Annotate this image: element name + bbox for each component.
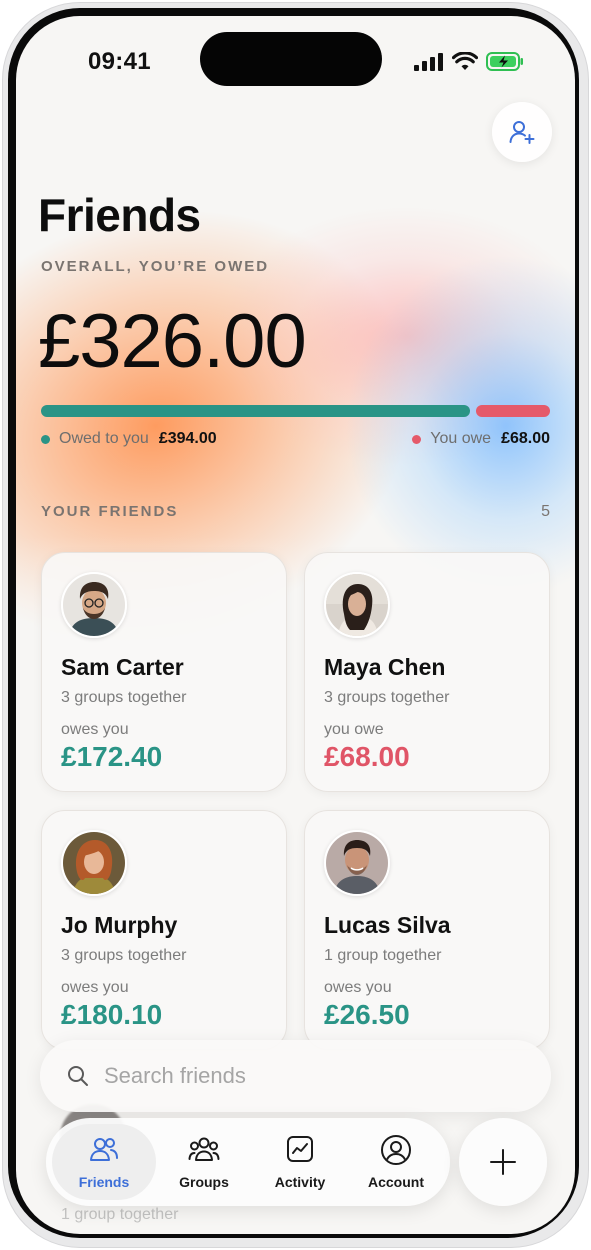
tab-account-label: Account (368, 1174, 424, 1190)
tab-activity[interactable]: Activity (252, 1118, 348, 1206)
friend-card-lucas-silva[interactable]: Lucas Silva 1 group together owes you £2… (304, 810, 550, 1050)
overall-balance-amount: £326.00 (38, 299, 307, 384)
avatar (324, 830, 390, 896)
search-bar[interactable] (40, 1040, 551, 1112)
status-icons (414, 52, 524, 71)
avatar (324, 572, 390, 638)
legend-owed-label: Owed to you (59, 430, 149, 447)
plus-icon (490, 1149, 516, 1175)
friend-balance-direction: you owe (324, 721, 384, 738)
page-title: Friends (38, 189, 201, 241)
balance-bar-owed-segment (41, 405, 470, 417)
friend-balance-amount: £180.10 (61, 999, 163, 1030)
friend-name: Sam Carter (61, 654, 184, 680)
balance-bar (41, 405, 550, 417)
friend-groups: 3 groups together (324, 689, 450, 706)
friend-balance-direction: owes you (61, 979, 129, 996)
owed-dot-icon (41, 434, 50, 444)
search-icon (68, 1066, 88, 1086)
friend-balance-direction: owes you (324, 979, 392, 996)
groups-icon (188, 1137, 220, 1161)
friends-count: 5 (541, 503, 550, 520)
legend-you-owe: You owe £68.00 (412, 430, 550, 448)
friend-balance-amount: £68.00 (324, 741, 410, 772)
status-bar: 09:41 (16, 16, 575, 96)
friend-name: Maya Chen (324, 654, 446, 680)
friends-section-header: YOUR FRIENDS 5 (41, 503, 550, 523)
legend-owe-label: You owe (430, 430, 492, 447)
avatar (61, 830, 127, 896)
friend-groups: 3 groups together (61, 947, 187, 964)
wifi-icon (452, 52, 478, 70)
user-plus-icon (509, 121, 535, 144)
tab-bar: Friends Groups Activity Account (46, 1118, 450, 1206)
tab-activity-label: Activity (274, 1174, 326, 1190)
tab-friends-label: Friends (78, 1174, 130, 1190)
activity-icon (287, 1136, 313, 1162)
app-screen: 09:41 Friends OVERALL, YOU’RE OWED £326.… (16, 16, 575, 1234)
legend-owed-to-you: Owed to you £394.00 (41, 430, 217, 448)
tab-friends[interactable]: Friends (56, 1118, 152, 1206)
friend-name: Lucas Silva (324, 912, 451, 938)
friend-card-maya-chen[interactable]: Maya Chen 3 groups together you owe £68.… (304, 552, 550, 792)
balance-legend: Owed to you £394.00 You owe £68.00 (41, 430, 550, 452)
friends-icon (90, 1138, 118, 1161)
balance-bar-owe-segment (476, 405, 550, 417)
friend-balance-direction: owes you (61, 721, 129, 738)
friend-groups: 1 group together (61, 1206, 179, 1223)
legend-owe-amount: £68.00 (501, 430, 550, 447)
status-time: 09:41 (88, 48, 151, 75)
tab-groups-label: Groups (179, 1174, 229, 1190)
cellular-signal-icon (414, 52, 443, 71)
owe-dot-icon (412, 434, 422, 444)
friend-groups: 1 group together (324, 947, 442, 964)
friend-balance-amount: £172.40 (61, 741, 163, 772)
friend-balance-amount: £26.50 (324, 999, 410, 1030)
overall-balance-label: OVERALL, YOU’RE OWED (41, 258, 270, 275)
friend-card-jo-murphy[interactable]: Jo Murphy 3 groups together owes you £18… (41, 810, 287, 1050)
add-friend-button[interactable] (492, 102, 552, 162)
dynamic-island (200, 32, 382, 86)
friend-card-sam-carter[interactable]: Sam Carter 3 groups together owes you £1… (41, 552, 287, 792)
battery-charging-icon (486, 52, 523, 71)
legend-owed-amount: £394.00 (158, 430, 217, 447)
account-icon (381, 1135, 411, 1165)
tab-account[interactable]: Account (348, 1118, 444, 1206)
friend-name: Jo Murphy (61, 912, 178, 938)
search-input[interactable] (104, 1058, 524, 1094)
friends-section-label: YOUR FRIENDS (41, 503, 179, 520)
tab-groups[interactable]: Groups (156, 1118, 252, 1206)
friend-groups: 3 groups together (61, 689, 187, 706)
add-expense-button[interactable] (459, 1118, 547, 1206)
avatar (61, 572, 127, 638)
